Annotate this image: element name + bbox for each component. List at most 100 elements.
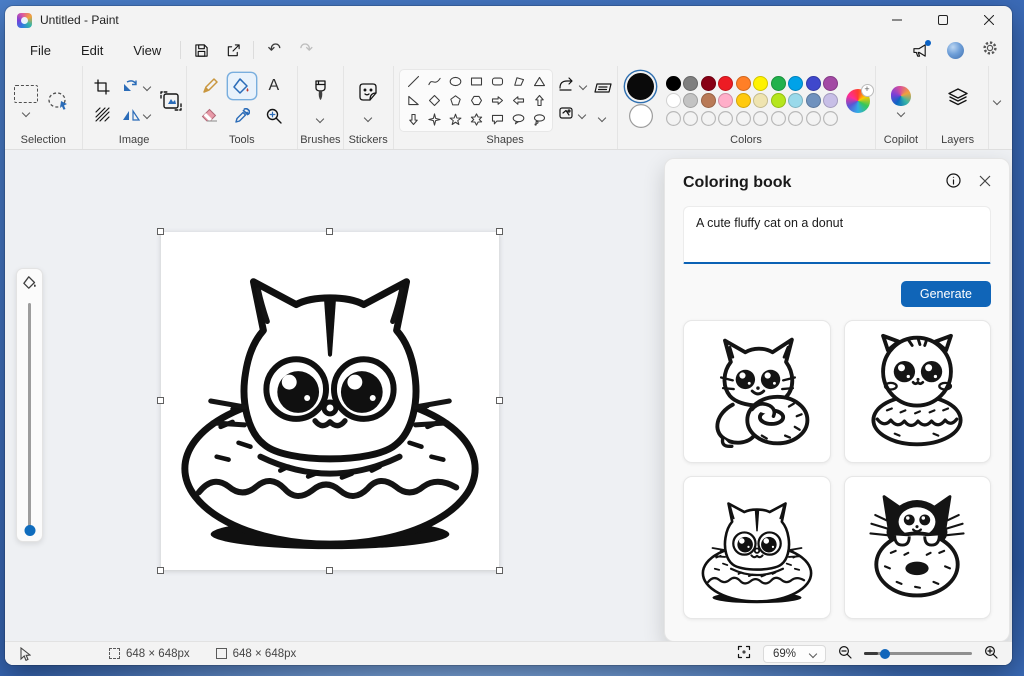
copilot-dropdown-chevron-icon[interactable] <box>896 108 906 117</box>
layers-icon[interactable] <box>946 87 970 114</box>
account-avatar[interactable] <box>947 41 964 59</box>
palette-empty-slot[interactable] <box>701 111 716 126</box>
canvas[interactable] <box>161 232 499 570</box>
palette-empty-slot[interactable] <box>823 111 838 126</box>
palette-color-swatch[interactable] <box>683 75 699 91</box>
shape-rounded-rectangle-icon[interactable] <box>487 72 508 91</box>
outline-dropdown-chevron-icon[interactable] <box>578 81 587 91</box>
resize-handle-e[interactable] <box>496 397 503 404</box>
fit-to-screen-icon[interactable] <box>737 645 751 662</box>
shape-right-triangle-icon[interactable] <box>403 91 424 110</box>
slider-track[interactable] <box>24 303 35 536</box>
rotate-right-icon[interactable] <box>122 74 152 100</box>
info-icon[interactable] <box>946 173 961 193</box>
eraser-tool-icon[interactable] <box>196 103 224 129</box>
selection-dropdown-chevron-icon[interactable] <box>22 108 31 118</box>
shape-down-arrow-icon[interactable] <box>403 110 424 129</box>
feedback-icon[interactable] <box>912 39 931 58</box>
shape-outline-icon[interactable] <box>558 76 576 96</box>
color-picker-tool-icon[interactable] <box>228 103 256 129</box>
shape-rounded-callout-icon[interactable] <box>487 110 508 129</box>
palette-color-swatch[interactable] <box>665 75 681 91</box>
stickers-dropdown-chevron-icon[interactable] <box>363 113 373 122</box>
shape-hexagon-icon[interactable] <box>466 91 487 110</box>
shape-heart-icon[interactable] <box>403 129 424 131</box>
shape-right-arrow-icon[interactable] <box>487 91 508 110</box>
palette-color-swatch[interactable] <box>788 93 804 108</box>
shape-fill-icon[interactable] <box>558 106 575 125</box>
palette-color-swatch[interactable] <box>735 75 751 91</box>
menu-file[interactable]: File <box>15 39 66 62</box>
fill-dropdown-chevron-icon[interactable] <box>577 110 586 120</box>
crop-icon[interactable] <box>88 74 116 100</box>
palette-color-swatch[interactable] <box>753 75 769 91</box>
generate-button[interactable]: Generate <box>900 281 991 307</box>
text-tool-icon[interactable]: A <box>260 73 288 99</box>
palette-color-swatch[interactable] <box>823 75 839 91</box>
resize-handle-se[interactable] <box>496 567 503 574</box>
edit-colors-wheel-icon[interactable] <box>845 83 874 113</box>
minimize-button[interactable] <box>874 6 920 34</box>
shape-rectangle-icon[interactable] <box>466 72 487 91</box>
shape-up-arrow-icon[interactable] <box>529 91 550 110</box>
settings-gear-icon[interactable] <box>982 40 998 61</box>
save-icon[interactable] <box>185 37 217 63</box>
resize-handle-ne[interactable] <box>496 228 503 235</box>
fill-tool-icon[interactable] <box>227 72 256 99</box>
thumbnail-black-cat-behind-donut[interactable] <box>843 476 991 619</box>
palette-color-swatch[interactable] <box>735 93 751 108</box>
freeform-select-icon[interactable] <box>44 88 72 114</box>
brushes-dropdown-chevron-icon[interactable] <box>316 114 325 123</box>
palette-empty-slot[interactable] <box>736 111 751 126</box>
menu-view[interactable]: View <box>118 39 176 62</box>
shape-cloud-callout-icon[interactable] <box>529 110 550 129</box>
palette-empty-slot[interactable] <box>788 111 803 126</box>
resize-handle-w[interactable] <box>157 397 164 404</box>
zoom-out-icon[interactable] <box>838 645 852 662</box>
magnifier-tool-icon[interactable] <box>260 103 288 129</box>
shape-triangle-icon[interactable] <box>529 72 550 91</box>
primary-color-swatch[interactable] <box>627 73 655 100</box>
resize-handle-nw[interactable] <box>157 228 164 235</box>
resize-image-icon[interactable] <box>159 88 183 114</box>
shape-oval-icon[interactable] <box>445 72 466 91</box>
sticker-icon[interactable] <box>357 81 379 108</box>
palette-color-swatch[interactable] <box>805 93 821 108</box>
palette-color-swatch[interactable] <box>788 75 804 91</box>
slider-thumb[interactable] <box>24 525 35 536</box>
ribbon-collapse-chevron-icon[interactable] <box>992 96 1002 105</box>
palette-empty-slot[interactable] <box>806 111 821 126</box>
zoom-in-icon[interactable] <box>984 645 998 662</box>
close-button[interactable] <box>966 6 1012 34</box>
palette-color-swatch[interactable] <box>683 93 699 108</box>
palette-color-swatch[interactable] <box>718 75 734 91</box>
share-icon[interactable] <box>217 37 249 63</box>
prompt-input[interactable]: A cute fluffy cat on a donut <box>683 206 991 264</box>
thumbnail-cat-hugging-donut[interactable] <box>683 320 831 463</box>
shape-five-point-star-icon[interactable] <box>445 110 466 129</box>
palette-empty-slot[interactable] <box>753 111 768 126</box>
shape-four-point-star-icon[interactable] <box>424 110 445 129</box>
palette-color-swatch[interactable] <box>805 75 821 91</box>
palette-color-swatch[interactable] <box>770 93 786 108</box>
palette-color-swatch[interactable] <box>665 93 681 108</box>
thumbnail-fluffy-cat-on-donut[interactable] <box>843 320 991 463</box>
thumbnail-cat-head-in-donut[interactable] <box>683 476 831 619</box>
palette-color-swatch[interactable] <box>770 75 786 91</box>
shape-lightning-icon[interactable] <box>424 129 445 131</box>
palette-color-swatch[interactable] <box>718 93 734 108</box>
shape-pentagon-icon[interactable] <box>445 91 466 110</box>
palette-color-swatch[interactable] <box>700 93 716 108</box>
palette-empty-slot[interactable] <box>683 111 698 126</box>
panel-close-icon[interactable] <box>979 174 991 192</box>
zoom-slider-thumb[interactable] <box>880 648 890 659</box>
more-shapes-icon[interactable] <box>592 80 612 101</box>
palette-color-swatch[interactable] <box>753 93 769 108</box>
menu-edit[interactable]: Edit <box>66 39 118 62</box>
brush-icon[interactable] <box>313 79 328 109</box>
palette-color-swatch[interactable] <box>700 75 716 91</box>
shape-line-icon[interactable] <box>403 72 424 91</box>
pencil-tool-icon[interactable] <box>196 73 224 99</box>
shape-left-arrow-icon[interactable] <box>508 91 529 110</box>
diagonal-hatch-icon[interactable] <box>88 102 116 128</box>
